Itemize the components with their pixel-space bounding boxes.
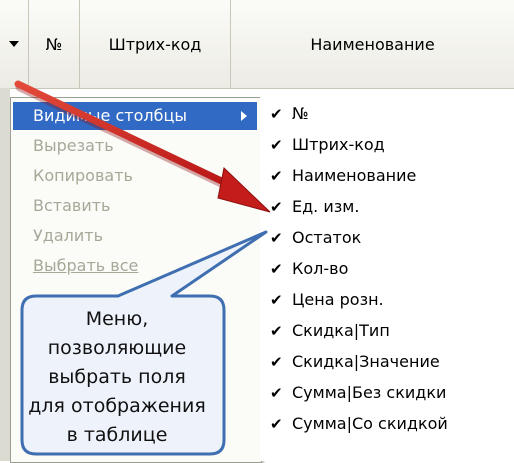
callout-line: позволяющие (47, 337, 187, 359)
callout-line: выбрать поля (48, 366, 186, 388)
callout-line: для отображения (28, 395, 206, 417)
callout-text: Меню, позволяющие выбрать поля для отобр… (12, 305, 222, 450)
callout-line: Меню, (85, 308, 149, 330)
callout-line: в таблице (66, 424, 168, 446)
